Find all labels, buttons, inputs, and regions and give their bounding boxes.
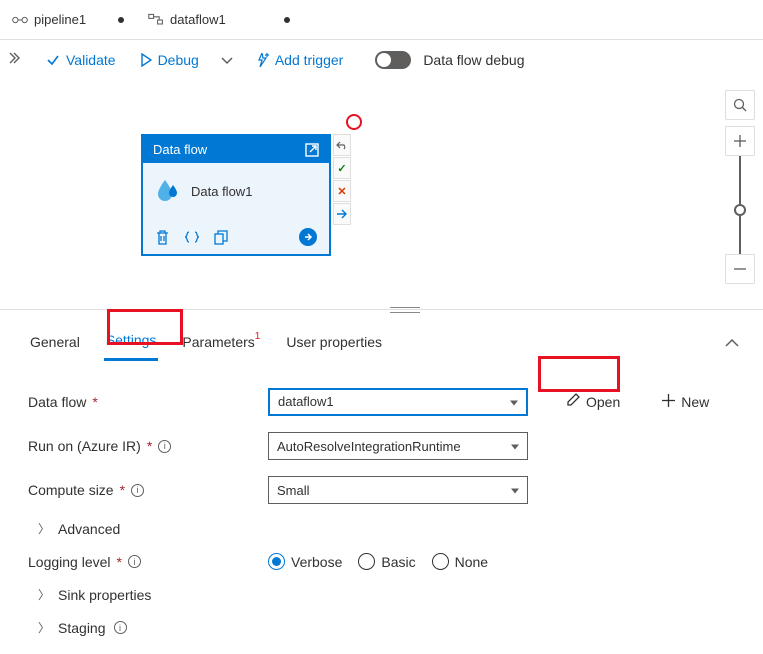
trigger-icon bbox=[255, 53, 269, 67]
radio-unchecked-icon bbox=[358, 553, 375, 570]
resize-handle[interactable] bbox=[390, 307, 420, 313]
unsaved-dot-icon bbox=[118, 17, 124, 23]
side-x-icon[interactable]: ✕ bbox=[333, 180, 351, 202]
side-arrow-icon[interactable] bbox=[333, 203, 351, 225]
canvas-search-button[interactable] bbox=[725, 90, 755, 120]
info-icon[interactable]: i bbox=[131, 484, 144, 497]
detail-tabs: General Settings Parameters1 User proper… bbox=[28, 316, 743, 361]
tab-label: dataflow1 bbox=[170, 12, 226, 27]
zoom-handle[interactable] bbox=[734, 204, 746, 216]
edit-icon bbox=[566, 393, 580, 410]
runon-label: Run on (Azure IR) bbox=[28, 438, 141, 454]
runon-select[interactable]: AutoResolveIntegrationRuntime bbox=[268, 432, 528, 460]
logging-radio-group: Verbose Basic None bbox=[268, 553, 488, 570]
advanced-expander[interactable]: 〉 Advanced bbox=[38, 512, 743, 545]
tab-dataflow1[interactable]: dataflow1 bbox=[136, 0, 302, 39]
add-trigger-button[interactable]: Add trigger bbox=[245, 46, 353, 74]
annotation-circle bbox=[346, 114, 362, 130]
pipeline-icon bbox=[12, 13, 28, 27]
validate-button[interactable]: Validate bbox=[36, 46, 126, 74]
tab-pipeline1[interactable]: pipeline1 bbox=[0, 0, 136, 39]
waterdrop-icon bbox=[155, 177, 181, 206]
chevron-right-icon: 〉 bbox=[38, 619, 50, 636]
radio-unchecked-icon bbox=[432, 553, 449, 570]
settings-form: Data flow * dataflow1 Open New Run on (A… bbox=[28, 361, 743, 644]
radio-verbose[interactable]: Verbose bbox=[268, 553, 342, 570]
node-title: Data flow1 bbox=[191, 184, 252, 199]
expand-chevron-icon[interactable] bbox=[6, 52, 20, 67]
chevron-right-icon: 〉 bbox=[38, 586, 50, 603]
badge-count: 1 bbox=[255, 331, 261, 342]
dataflow-icon bbox=[148, 13, 164, 27]
dataflow-debug-toggle[interactable] bbox=[375, 51, 411, 69]
details-panel: General Settings Parameters1 User proper… bbox=[0, 310, 763, 654]
node-body: Data flow1 bbox=[143, 163, 329, 220]
dataflow-select[interactable]: dataflow1 bbox=[268, 388, 528, 416]
node-header: Data flow bbox=[143, 136, 329, 163]
zoom-in-button[interactable] bbox=[725, 126, 755, 156]
plus-icon bbox=[662, 394, 675, 410]
chevron-right-icon: 〉 bbox=[38, 520, 50, 537]
debug-dropdown[interactable] bbox=[213, 47, 241, 74]
tab-parameters[interactable]: Parameters1 bbox=[180, 328, 262, 360]
play-icon bbox=[140, 53, 152, 67]
dataflow-activity-node[interactable]: Data flow Data flow1 bbox=[141, 134, 331, 256]
open-button[interactable]: Open bbox=[552, 387, 634, 416]
tab-general[interactable]: General bbox=[28, 328, 82, 360]
tab-label: pipeline1 bbox=[34, 12, 86, 27]
side-check-icon[interactable]: ✓ bbox=[333, 157, 351, 179]
unsaved-dot-icon bbox=[284, 17, 290, 23]
tab-user-properties[interactable]: User properties bbox=[284, 328, 384, 360]
node-side-actions: ✓ ✕ bbox=[333, 134, 351, 225]
new-button[interactable]: New bbox=[648, 388, 723, 416]
radio-none[interactable]: None bbox=[432, 553, 488, 570]
node-footer bbox=[143, 220, 329, 254]
pipeline-canvas[interactable]: Data flow Data flow1 ✓ ✕ bbox=[0, 80, 763, 310]
side-undo-icon[interactable] bbox=[333, 134, 351, 156]
radio-basic[interactable]: Basic bbox=[358, 553, 415, 570]
toolbar: Validate Debug Add trigger Data flow deb… bbox=[0, 40, 763, 80]
sink-expander[interactable]: 〉 Sink properties bbox=[38, 578, 743, 611]
info-icon[interactable]: i bbox=[114, 621, 127, 634]
arrow-right-icon[interactable] bbox=[299, 228, 317, 246]
staging-expander[interactable]: 〉 Staging i bbox=[38, 611, 743, 644]
zoom-out-button[interactable] bbox=[725, 254, 755, 284]
logging-label: Logging level bbox=[28, 554, 111, 570]
info-icon[interactable]: i bbox=[128, 555, 141, 568]
compute-label: Compute size bbox=[28, 482, 114, 498]
compute-select[interactable]: Small bbox=[268, 476, 528, 504]
zoom-slider[interactable] bbox=[739, 156, 741, 206]
info-icon[interactable]: i bbox=[158, 440, 171, 453]
tab-settings[interactable]: Settings bbox=[104, 326, 159, 361]
copy-icon[interactable] bbox=[214, 230, 228, 245]
radio-checked-icon bbox=[268, 553, 285, 570]
delete-icon[interactable] bbox=[155, 230, 170, 245]
code-icon[interactable] bbox=[184, 230, 200, 244]
debug-button[interactable]: Debug bbox=[130, 46, 209, 74]
zoom-toolbar bbox=[725, 90, 755, 284]
file-tabs: pipeline1 dataflow1 bbox=[0, 0, 763, 40]
zoom-slider[interactable] bbox=[739, 216, 741, 254]
check-icon bbox=[46, 53, 60, 67]
open-external-icon[interactable] bbox=[305, 143, 319, 157]
dataflow-debug-label: Data flow debug bbox=[423, 52, 524, 68]
dataflow-label: Data flow bbox=[28, 394, 86, 410]
collapse-panel-button[interactable] bbox=[725, 336, 743, 351]
